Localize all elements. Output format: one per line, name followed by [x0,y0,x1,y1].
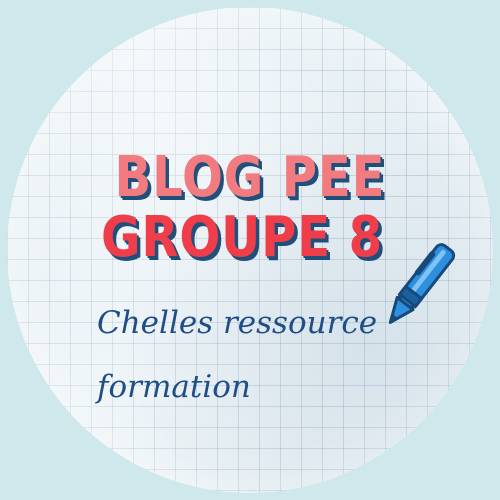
subtitle-line-2: formation [97,369,251,405]
pen-icon [388,243,456,324]
subtitle-line-1: Chelles ressource [97,305,378,341]
title-line-1: BLOG PEE [114,145,386,210]
